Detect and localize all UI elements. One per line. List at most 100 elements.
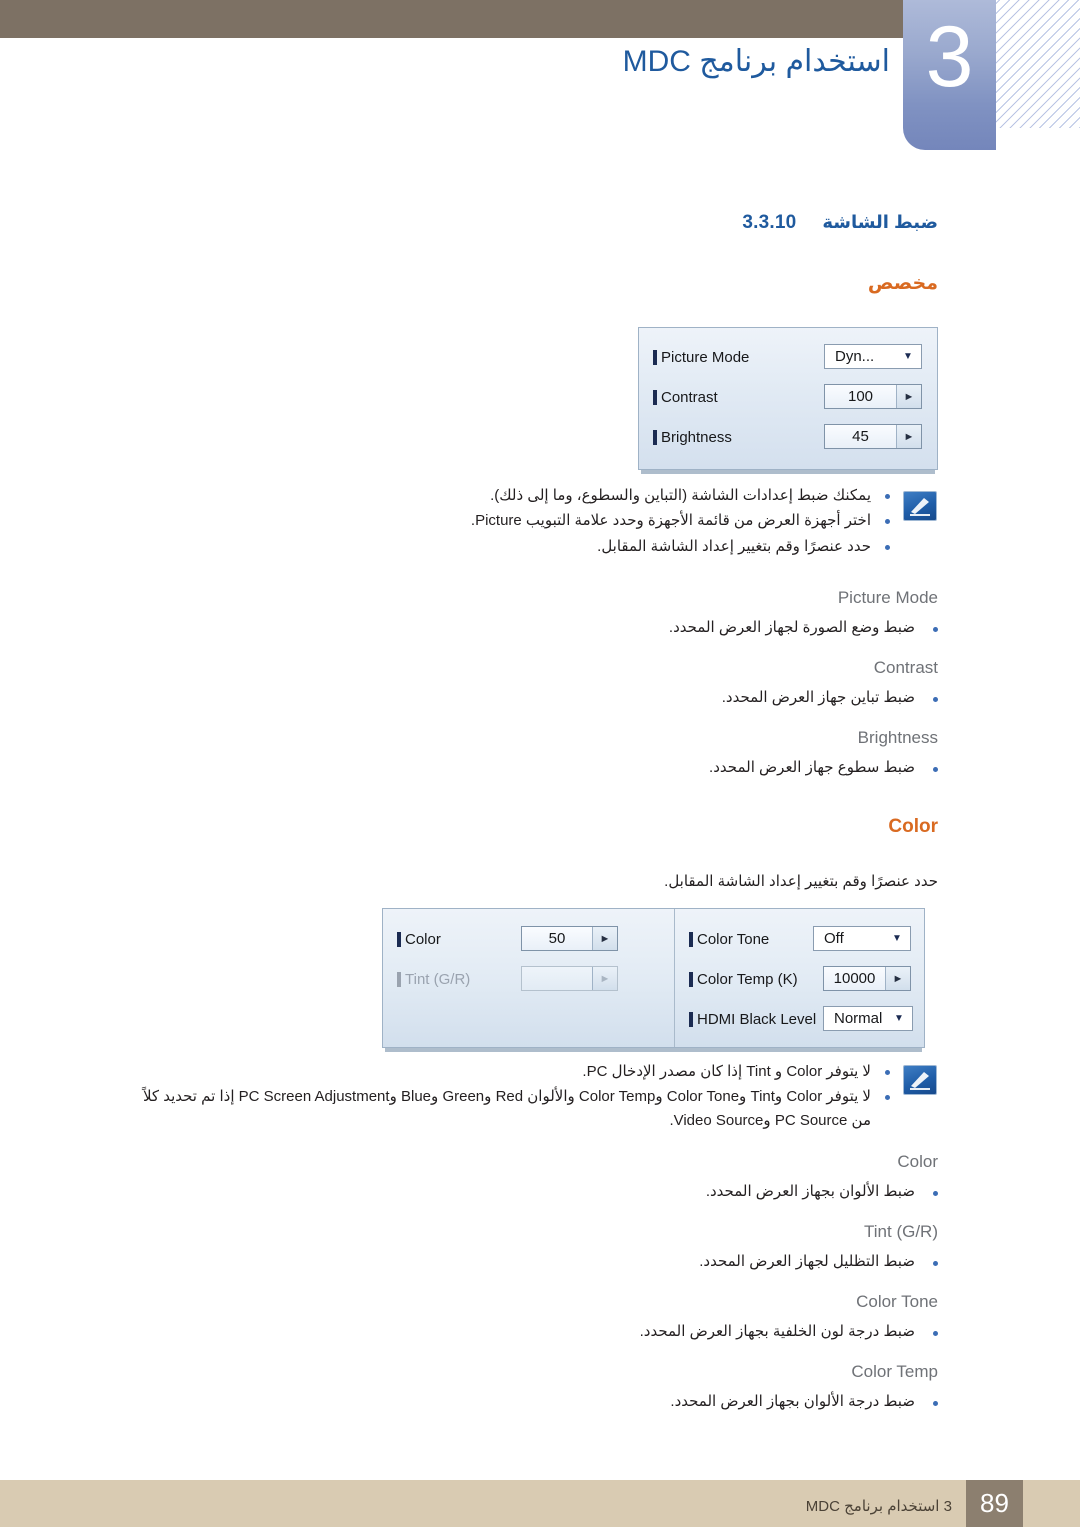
- note-item: لا يتوفر Color وTint وColor Tone وColor …: [140, 1085, 890, 1132]
- bullet-icon: [885, 519, 890, 525]
- section-heading: 3.3.10 ضبط الشاشة: [742, 212, 938, 234]
- note-icon: [903, 491, 937, 521]
- brightness-value: 45: [825, 425, 896, 448]
- color-tone-dropdown[interactable]: Off ▼: [813, 926, 911, 951]
- term-name: Color Temp: [851, 1362, 938, 1381]
- subheading-color: Color: [888, 816, 938, 837]
- term-block: Color Temp ضبط درجة الألوان بجهاز العرض …: [118, 1362, 938, 1410]
- term-description-text: ضبط درجة لون الخلفية بجهاز العرض المحدد.: [639, 1323, 915, 1340]
- bullet-icon: [933, 627, 938, 632]
- term-block: Contrast ضبط تباين جهاز العرض المحدد.: [118, 658, 938, 706]
- tint-stepper: ►: [521, 966, 618, 991]
- increment-arrow-icon[interactable]: ►: [592, 927, 617, 950]
- note-text: حدد عنصرًا وقم بتغيير إعداد الشاشة المقا…: [597, 537, 871, 555]
- contrast-stepper[interactable]: 100 ►: [824, 384, 922, 409]
- color-temp-stepper[interactable]: 10000 ►: [823, 966, 911, 991]
- color-row: Color: [397, 926, 441, 952]
- color-label: Color: [405, 930, 441, 948]
- chapter-number: 3: [925, 9, 974, 105]
- field-marker-icon: [689, 971, 693, 987]
- contrast-label: Contrast: [661, 388, 718, 406]
- bullet-icon: [885, 1070, 890, 1075]
- note-item: لا يتوفر Color و Tint إذا كان مصدر الإدخ…: [140, 1060, 890, 1083]
- picture-term-list: Picture Mode ضبط وضع الصورة لجهاز العرض …: [118, 588, 938, 798]
- picture-mode-dropdown[interactable]: Dyn... ▼: [824, 344, 922, 369]
- header-hatch-decoration: [996, 0, 1080, 128]
- chevron-down-icon[interactable]: ▼: [895, 345, 921, 368]
- bullet-icon: [933, 1331, 938, 1336]
- hdmi-black-level-value: Normal: [824, 1007, 886, 1030]
- field-marker-icon: [689, 931, 693, 947]
- subheading-custom: مخصص: [867, 273, 938, 294]
- term-block: Brightness ضبط سطوع جهاز العرض المحدد.: [118, 728, 938, 776]
- picture-settings-panel: Picture Mode Dyn... ▼ Contrast 100 ► Bri…: [638, 327, 938, 474]
- note-text: لا يتوفر Color و Tint إذا كان مصدر الإدخ…: [582, 1063, 871, 1080]
- term-description-text: ضبط وضع الصورة لجهاز العرض المحدد.: [668, 619, 915, 636]
- term-name: Contrast: [873, 658, 938, 677]
- note-text: اختر أجهزة العرض من قائمة الأجهزة وحدد ع…: [470, 512, 871, 530]
- term-description: ضبط تباين جهاز العرض المحدد.: [118, 688, 938, 706]
- note-text: لا يتوفر Color وTint وColor Tone وColor …: [142, 1088, 871, 1129]
- color-temp-value: 10000: [824, 967, 885, 990]
- increment-arrow-icon: ►: [592, 967, 617, 990]
- color-tone-row: Color Tone: [689, 926, 769, 952]
- term-description: ضبط درجة الألوان بجهاز العرض المحدد.: [118, 1392, 938, 1410]
- term-block: Color ضبط الألوان بجهاز العرض المحدد.: [118, 1152, 938, 1200]
- color-settings-panel: Color 50 ► Tint (G/R) ► Color Tone Off ▼…: [382, 908, 925, 1052]
- field-marker-icon: [653, 349, 657, 365]
- color-temp-label: Color Temp (K): [697, 970, 798, 988]
- color-tone-label: Color Tone: [697, 930, 770, 948]
- color-notes-list: لا يتوفر Color و Tint إذا كان مصدر الإدخ…: [140, 1060, 890, 1134]
- term-name: Color: [897, 1152, 938, 1171]
- increment-arrow-icon[interactable]: ►: [896, 425, 921, 448]
- brightness-label: Brightness: [661, 428, 732, 446]
- term-description: ضبط وضع الصورة لجهاز العرض المحدد.: [118, 618, 938, 636]
- color-stepper[interactable]: 50 ►: [521, 926, 618, 951]
- increment-arrow-icon[interactable]: ►: [885, 967, 910, 990]
- note-text: يمكنك ضبط إعدادات الشاشة (التباين والسطو…: [490, 487, 871, 504]
- increment-arrow-icon[interactable]: ►: [896, 385, 921, 408]
- chevron-down-icon[interactable]: ▼: [886, 1007, 912, 1030]
- field-marker-icon: [653, 389, 657, 405]
- header-bar: [0, 0, 920, 38]
- section-title: ضبط الشاشة: [822, 212, 938, 232]
- bullet-icon: [885, 544, 890, 550]
- term-description: ضبط التظليل لجهاز العرض المحدد.: [118, 1252, 938, 1270]
- term-name: Picture Mode: [837, 588, 938, 607]
- note-item: اختر أجهزة العرض من قائمة الأجهزة وحدد ع…: [330, 509, 890, 532]
- term-description-text: ضبط الألوان بجهاز العرض المحدد.: [705, 1183, 915, 1200]
- chapter-badge: 3: [903, 0, 996, 150]
- color-intro-text: حدد عنصرًا وقم بتغيير إعداد الشاشة المقا…: [664, 873, 938, 890]
- picture-notes-list: يمكنك ضبط إعدادات الشاشة (التباين والسطو…: [330, 484, 890, 560]
- bullet-icon: [933, 697, 938, 702]
- bullet-icon: [933, 1261, 938, 1266]
- footer-title: 3 استخدام برنامج MDC: [805, 1498, 952, 1515]
- hdmi-black-level-label: HDMI Black Level: [697, 1010, 817, 1028]
- term-name: Tint (G/R): [864, 1222, 938, 1241]
- chapter-title: استخدام برنامج MDC: [622, 45, 890, 78]
- color-value: 50: [522, 927, 592, 950]
- bullet-icon: [933, 767, 938, 772]
- term-block: Color Tone ضبط درجة لون الخلفية بجهاز ال…: [118, 1292, 938, 1340]
- contrast-row: Contrast: [653, 384, 718, 410]
- chevron-down-icon[interactable]: ▼: [884, 927, 910, 950]
- term-description: ضبط سطوع جهاز العرض المحدد.: [118, 758, 938, 776]
- bullet-icon: [885, 494, 890, 499]
- term-block: Picture Mode ضبط وضع الصورة لجهاز العرض …: [118, 588, 938, 636]
- term-description-text: ضبط التظليل لجهاز العرض المحدد.: [699, 1253, 915, 1270]
- tint-label: Tint (G/R): [405, 970, 471, 988]
- contrast-value: 100: [825, 385, 896, 408]
- hdmi-black-level-dropdown[interactable]: Normal ▼: [823, 1006, 913, 1031]
- bullet-icon: [933, 1191, 938, 1196]
- hdmi-black-level-row: HDMI Black Level: [689, 1006, 816, 1032]
- picture-mode-label: Picture Mode: [661, 348, 750, 366]
- term-block: Tint (G/R) ضبط التظليل لجهاز العرض المحد…: [118, 1222, 938, 1270]
- field-marker-icon: [653, 429, 657, 445]
- note-pen-glyph-icon: [910, 1072, 930, 1090]
- note-pen-glyph-icon: [910, 498, 930, 516]
- brightness-stepper[interactable]: 45 ►: [824, 424, 922, 449]
- section-number: 3.3.10: [742, 212, 797, 233]
- bullet-icon: [885, 1095, 890, 1101]
- term-name: Brightness: [857, 728, 938, 747]
- tint-value: [522, 967, 592, 990]
